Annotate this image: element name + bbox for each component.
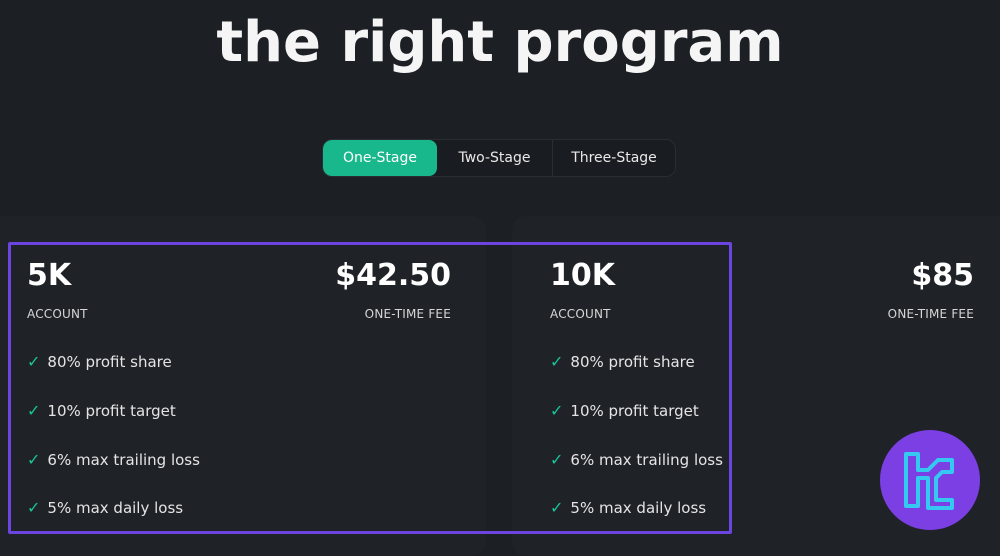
tab-two-stage[interactable]: Two-Stage	[437, 140, 553, 176]
program-stage-tabs: One-Stage Two-Stage Three-Stage	[322, 139, 676, 177]
plan-price: $85	[911, 258, 974, 293]
tab-one-stage[interactable]: One-Stage	[323, 140, 437, 176]
brand-logo-glyph	[904, 452, 954, 510]
highlight-frame	[8, 242, 732, 534]
page-title: the right program	[216, 10, 784, 75]
tab-three-stage[interactable]: Three-Stage	[553, 140, 675, 176]
brand-logo-icon	[880, 430, 980, 530]
plan-price-caption: ONE-TIME FEE	[887, 307, 974, 321]
